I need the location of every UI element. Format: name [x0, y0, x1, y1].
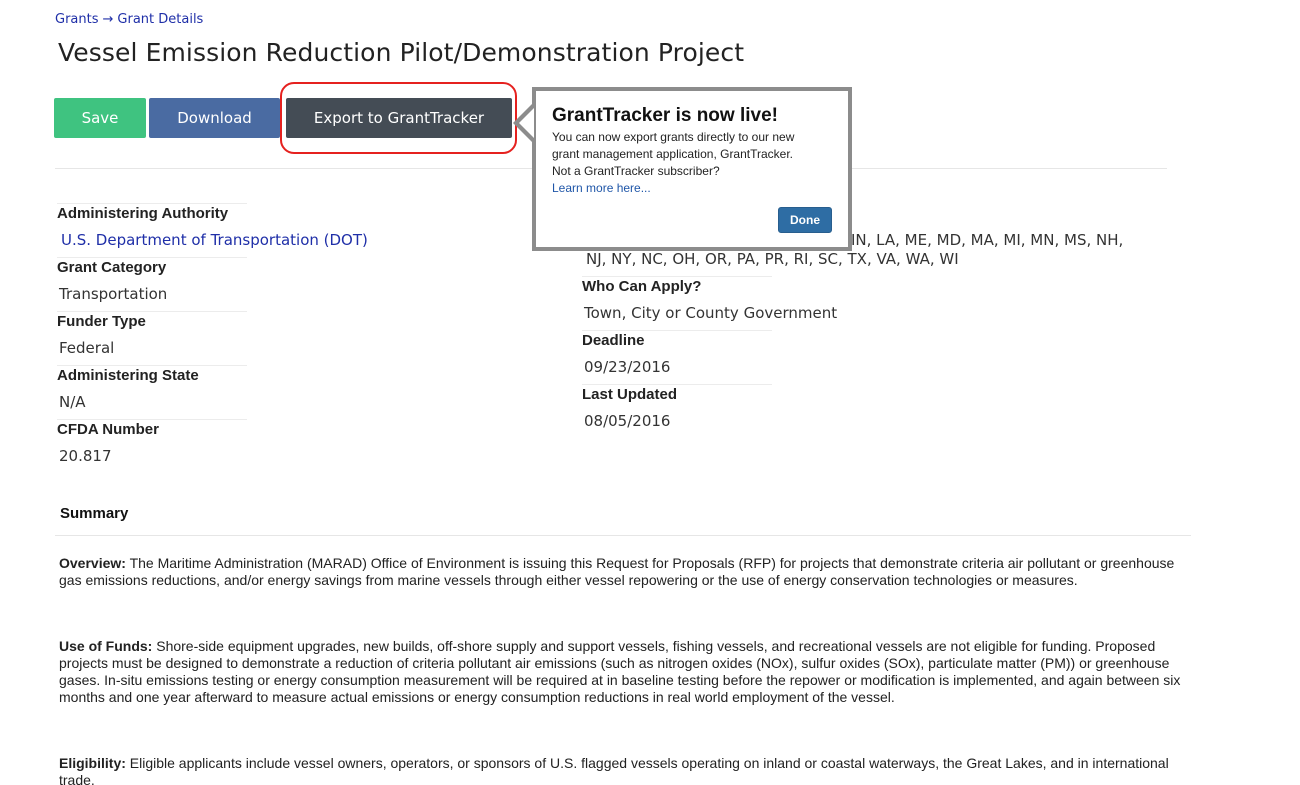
learn-more-link[interactable]: Learn more here... [552, 180, 842, 197]
use-of-funds-paragraph: Use of Funds: Shore-side equipment upgra… [59, 638, 1189, 706]
breadcrumb-separator: → [102, 12, 114, 27]
save-button[interactable]: Save [54, 98, 146, 138]
administering-state-value: N/A [59, 393, 86, 411]
grant-category-label: Grant Category [57, 259, 167, 276]
done-button[interactable]: Done [778, 207, 832, 233]
field-divider [57, 203, 247, 204]
states-list-line2: NJ, NY, NC, OH, OR, PA, PR, RI, SC, TX, … [586, 250, 959, 268]
overview-text: The Maritime Administration (MARAD) Offi… [59, 555, 1175, 588]
field-divider [582, 384, 772, 385]
summary-divider [55, 535, 1191, 536]
grant-category-value: Transportation [59, 285, 168, 303]
administering-state-label: Administering State [57, 367, 199, 384]
page-title: Vessel Emission Reduction Pilot/Demonstr… [58, 38, 745, 67]
popover-text-line: grant management application, GrantTrack… [552, 147, 794, 161]
overview-paragraph: Overview: The Maritime Administration (M… [59, 555, 1189, 589]
field-divider [57, 419, 247, 420]
cfda-number-value: 20.817 [59, 447, 112, 465]
popover-title: GrantTracker is now live! [552, 105, 778, 126]
download-button[interactable]: Download [149, 98, 280, 138]
overview-label: Overview: [59, 555, 126, 571]
field-divider [582, 276, 772, 277]
field-divider [582, 330, 772, 331]
funder-type-label: Funder Type [57, 313, 146, 330]
popover-text-line: Not a GrantTracker subscriber? [552, 164, 720, 178]
eligibility-label: Eligibility: [59, 755, 126, 771]
field-divider [57, 365, 247, 366]
breadcrumb: Grants → Grant Details [55, 12, 203, 27]
breadcrumb-grant-details-link[interactable]: Grant Details [117, 12, 203, 27]
use-of-funds-label: Use of Funds: [59, 638, 153, 654]
states-list-line1: IN, LA, ME, MD, MA, MI, MN, MS, NH, [851, 231, 1124, 249]
granttracker-popover: GrantTracker is now live! You can now ex… [532, 87, 852, 251]
who-can-apply-value: Town, City or County Government [584, 304, 838, 322]
deadline-label: Deadline [582, 332, 645, 349]
field-divider [57, 311, 247, 312]
use-of-funds-text: Shore-side equipment upgrades, new build… [59, 638, 1181, 705]
eligibility-text: Eligible applicants include vessel owner… [59, 755, 1169, 785]
administering-authority-label: Administering Authority [57, 205, 229, 222]
funder-type-value: Federal [59, 339, 115, 357]
last-updated-value: 08/05/2016 [584, 412, 671, 430]
breadcrumb-grants-link[interactable]: Grants [55, 12, 99, 27]
popover-arrow-fill [519, 108, 534, 138]
eligibility-paragraph: Eligibility: Eligible applicants include… [59, 755, 1189, 785]
export-to-granttracker-button[interactable]: Export to GrantTracker [286, 98, 512, 138]
who-can-apply-label: Who Can Apply? [582, 278, 702, 295]
cfda-number-label: CFDA Number [57, 421, 159, 438]
deadline-value: 09/23/2016 [584, 358, 671, 376]
administering-authority-link[interactable]: U.S. Department of Transportation (DOT) [61, 231, 368, 249]
summary-heading: Summary [60, 505, 129, 522]
field-divider [57, 257, 247, 258]
popover-body: You can now export grants directly to ou… [552, 129, 842, 197]
popover-text-line: You can now export grants directly to ou… [552, 130, 795, 144]
last-updated-label: Last Updated [582, 386, 678, 403]
